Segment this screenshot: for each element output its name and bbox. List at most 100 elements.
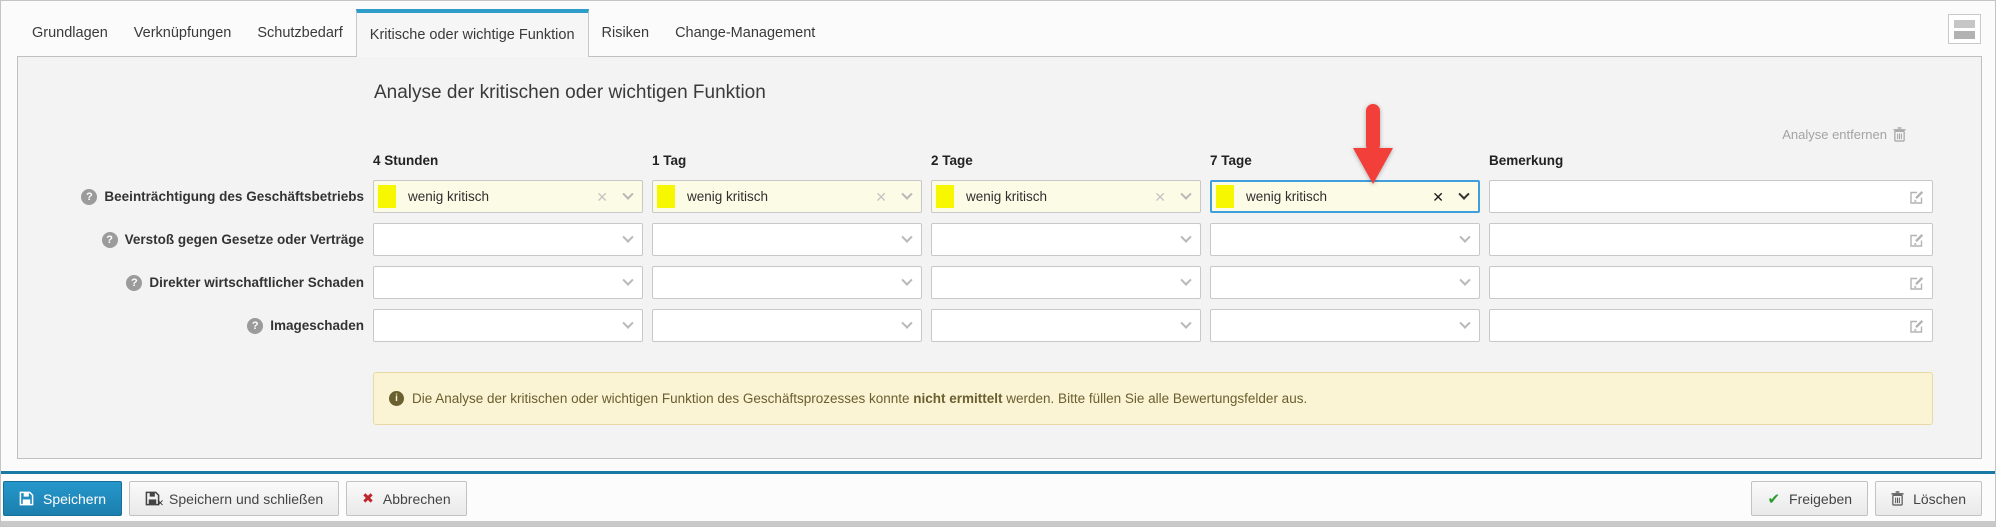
- chevron-down-icon: [1459, 231, 1471, 243]
- remove-analysis-link[interactable]: Analyse entfernen: [1782, 127, 1906, 142]
- select-schaden-7tage[interactable]: [1210, 266, 1480, 299]
- select-imageschaden-7tage[interactable]: [1210, 309, 1480, 342]
- chevron-down-icon: [1458, 188, 1470, 200]
- info-icon: i: [389, 391, 404, 406]
- select-value: wenig kritisch: [1246, 189, 1328, 204]
- edit-pencil-icon: [1910, 234, 1924, 247]
- select-imageschaden-2tage[interactable]: [931, 309, 1201, 342]
- warning-text: Die Analyse der kritischen oder wichtige…: [412, 391, 1308, 406]
- save-and-close-button[interactable]: ✕ Speichern und schließen: [129, 481, 340, 516]
- select-value: wenig kritisch: [408, 189, 490, 204]
- bemerkung-beeintraechtigung-input[interactable]: [1489, 180, 1933, 213]
- action-bar: Speichern ✕ Speichern und schließen ✖ Ab…: [1, 474, 1995, 523]
- help-icon[interactable]: ?: [101, 231, 118, 248]
- bemerkung-schaden-input[interactable]: [1489, 266, 1933, 299]
- severity-color-swatch: [657, 185, 675, 208]
- list-toggle-icon: [1954, 30, 1975, 39]
- column-header-bemerkung: Bemerkung: [1489, 153, 1564, 168]
- clear-icon[interactable]: ✕: [1154, 190, 1166, 204]
- row-label: Verstoß gegen Gesetze oder Verträge: [124, 232, 364, 247]
- row-label: Beeinträchtigung des Geschäftsbetriebs: [104, 189, 364, 204]
- column-header-7tage: 7 Tage: [1210, 153, 1252, 168]
- column-header-1tag: 1 Tag: [652, 153, 687, 168]
- analysis-panel: Analyse der kritischen oder wichtigen Fu…: [17, 56, 1982, 459]
- panel-toggle-button[interactable]: [1948, 14, 1981, 44]
- select-schaden-2tage[interactable]: [931, 266, 1201, 299]
- save-label: Speichern: [43, 490, 107, 507]
- clear-icon[interactable]: ✕: [596, 190, 608, 204]
- bemerkung-verstoss-input[interactable]: [1489, 223, 1933, 256]
- row-label: Imageschaden: [270, 318, 364, 333]
- remove-analysis-label: Analyse entfernen: [1782, 127, 1887, 142]
- tab-schutzbedarf[interactable]: Schutzbedarf: [244, 9, 355, 56]
- tab-verknuepfungen[interactable]: Verknüpfungen: [121, 9, 245, 56]
- select-verstoss-7tage[interactable]: [1210, 223, 1480, 256]
- list-toggle-icon: [1954, 19, 1975, 28]
- tab-bar: Grundlagen Verknüpfungen Schutzbedarf Kr…: [1, 1, 1995, 57]
- select-beeintraechtigung-2tage[interactable]: wenig kritisch ✕: [931, 180, 1201, 213]
- help-icon[interactable]: ?: [126, 274, 143, 291]
- select-verstoss-2tage[interactable]: [931, 223, 1201, 256]
- tab-change-management[interactable]: Change-Management: [662, 9, 828, 56]
- release-button[interactable]: ✔ Freigeben: [1751, 481, 1869, 516]
- tab-kritische-funktion[interactable]: Kritische oder wichtige Funktion: [355, 9, 589, 57]
- chevron-down-icon: [901, 317, 913, 329]
- row-label: Direkter wirtschaftlicher Schaden: [149, 275, 364, 290]
- select-imageschaden-1tag[interactable]: [652, 309, 922, 342]
- select-schaden-1tag[interactable]: [652, 266, 922, 299]
- chevron-down-icon: [622, 231, 634, 243]
- check-icon: ✔: [1767, 490, 1781, 508]
- help-icon[interactable]: ?: [247, 317, 264, 334]
- save-floppy-icon: [19, 491, 34, 506]
- save-and-close-label: Speichern und schließen: [169, 490, 324, 507]
- delete-button[interactable]: Löschen: [1875, 481, 1982, 516]
- select-verstoss-4stunden[interactable]: [373, 223, 643, 256]
- page-title: Analyse der kritischen oder wichtigen Fu…: [374, 82, 766, 103]
- chevron-down-icon: [1180, 317, 1192, 329]
- tab-risiken[interactable]: Risiken: [589, 9, 663, 56]
- edit-pencil-icon: [1910, 277, 1924, 290]
- chevron-down-icon: [622, 317, 634, 329]
- chevron-down-icon: [1180, 274, 1192, 286]
- select-verstoss-1tag[interactable]: [652, 223, 922, 256]
- chevron-down-icon: [1180, 231, 1192, 243]
- analysis-table: 4 Stunden 1 Tag 2 Tage 7 Tage Bemerkung …: [18, 153, 1981, 352]
- clear-icon[interactable]: ✕: [875, 190, 887, 204]
- select-value: wenig kritisch: [966, 189, 1048, 204]
- chevron-down-icon: [901, 188, 913, 200]
- chevron-down-icon: [1459, 317, 1471, 329]
- delete-label: Löschen: [1913, 490, 1966, 507]
- edit-pencil-icon: [1910, 320, 1924, 333]
- warning-message: i Die Analyse der kritischen oder wichti…: [373, 372, 1933, 425]
- table-header-row: 4 Stunden 1 Tag 2 Tage 7 Tage Bemerkung: [18, 153, 1981, 168]
- select-schaden-4stunden[interactable]: [373, 266, 643, 299]
- save-button[interactable]: Speichern: [3, 481, 123, 516]
- release-label: Freigeben: [1789, 490, 1853, 507]
- select-beeintraechtigung-4stunden[interactable]: wenig kritisch ✕: [373, 180, 643, 213]
- trash-icon: [1891, 491, 1904, 506]
- cancel-label: Abbrechen: [382, 490, 451, 507]
- chevron-down-icon: [901, 231, 913, 243]
- select-imageschaden-4stunden[interactable]: [373, 309, 643, 342]
- table-row: ? Verstoß gegen Gesetze oder Verträge: [18, 223, 1981, 256]
- cancel-button[interactable]: ✖ Abbrechen: [346, 481, 467, 516]
- bemerkung-imageschaden-input[interactable]: [1489, 309, 1933, 342]
- select-beeintraechtigung-7tage[interactable]: wenig kritisch ✕: [1210, 180, 1480, 213]
- chevron-down-icon: [1459, 274, 1471, 286]
- help-icon[interactable]: ?: [81, 188, 98, 205]
- severity-color-swatch: [378, 185, 396, 208]
- severity-color-swatch: [936, 185, 954, 208]
- chevron-down-icon: [622, 274, 634, 286]
- column-header-4stunden: 4 Stunden: [373, 153, 439, 168]
- table-row: ? Beeinträchtigung des Geschäftsbetriebs…: [18, 180, 1981, 213]
- severity-color-swatch: [1216, 185, 1234, 208]
- select-value: wenig kritisch: [687, 189, 769, 204]
- red-arrow-annotation: [1353, 104, 1393, 184]
- save-close-floppy-icon: ✕: [145, 491, 164, 508]
- trash-icon: [1893, 127, 1906, 142]
- select-beeintraechtigung-1tag[interactable]: wenig kritisch ✕: [652, 180, 922, 213]
- object-detail-window: Grundlagen Verknüpfungen Schutzbedarf Kr…: [0, 0, 1996, 527]
- chevron-down-icon: [901, 274, 913, 286]
- tab-grundlagen[interactable]: Grundlagen: [19, 9, 121, 56]
- clear-icon[interactable]: ✕: [1432, 190, 1444, 204]
